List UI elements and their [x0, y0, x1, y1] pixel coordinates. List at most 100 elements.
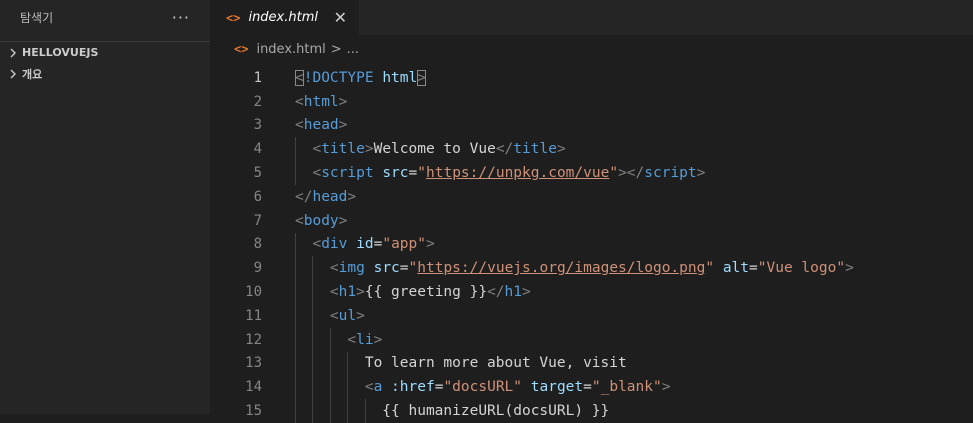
line-text: To learn more about Vue, visit — [295, 355, 627, 371]
code-token: > — [417, 69, 426, 86]
line-text: </head> — [295, 189, 356, 205]
code-token: " — [417, 165, 426, 182]
html-file-icon: <> — [226, 10, 241, 25]
code-token: https://vuejs.org/images/logo.png — [417, 260, 706, 277]
line-number: 15 — [245, 403, 262, 420]
line-number: 5 — [253, 165, 262, 182]
line-text: <ul> — [295, 308, 365, 324]
code-token: img — [338, 260, 365, 277]
line-text: <!DOCTYPE html> — [295, 69, 426, 86]
code-token: head — [303, 117, 339, 134]
code-editor[interactable]: 1 <!DOCTYPE html> 2 <html> 3 <head> 4 <title>W… — [210, 66, 973, 423]
code-token: = — [408, 165, 418, 182]
breadcrumb: <> index.html > ... — [210, 35, 973, 63]
line-number: 10 — [245, 284, 262, 301]
code-token: > — [347, 188, 357, 205]
line-text: <h1>{{ greeting }}</h1> — [295, 284, 531, 300]
more-actions-icon[interactable]: ··· — [172, 8, 190, 27]
code-line[interactable]: 4 <title>Welcome to Vue</title> — [210, 137, 973, 162]
code-token: head — [312, 188, 348, 205]
code-token: < — [295, 117, 304, 134]
code-token: alt — [722, 260, 750, 277]
code-token: {{ greeting }} — [364, 284, 488, 301]
code-line[interactable]: 15 {{ humanizeURL(docsURL) }} — [210, 399, 973, 423]
line-number: 14 — [245, 379, 262, 396]
code-line[interactable]: 1 <!DOCTYPE html> — [210, 66, 973, 90]
line-text: <a :href="docsURL" target="_blank"> — [295, 379, 671, 396]
code-line[interactable]: 11 <ul> — [210, 303, 973, 328]
section-label: HELLOVUEJS — [22, 46, 99, 59]
code-token: script — [644, 165, 697, 182]
line-number: 12 — [245, 331, 262, 348]
section-hellovuejs[interactable]: HELLOVUEJS — [0, 41, 210, 63]
code-token: </ — [295, 188, 313, 205]
code-line[interactable]: 13 To learn more about Vue, visit — [210, 351, 973, 376]
close-icon[interactable]: ✕ — [334, 8, 347, 27]
code-token: > — [338, 212, 348, 229]
code-token: > — [364, 141, 374, 158]
code-token: " — [705, 260, 715, 277]
code-line[interactable]: 10 <h1>{{ greeting }}</h1> — [210, 280, 973, 304]
code-token: target — [530, 379, 584, 396]
line-number: 13 — [245, 355, 262, 372]
code-token: script — [321, 165, 374, 182]
code-token: div — [321, 236, 348, 253]
code-token: > — [373, 331, 383, 348]
code-line[interactable]: 2 <html> — [210, 90, 973, 114]
code-token: ></ — [618, 165, 645, 182]
line-number: 9 — [253, 260, 262, 277]
line-text: <html> — [295, 94, 347, 110]
code-token: </ — [487, 284, 505, 301]
line-text: <title>Welcome to Vue</title> — [295, 141, 565, 158]
code-token: html — [382, 69, 418, 86]
line-number: 6 — [253, 188, 262, 205]
code-token: "_blank" — [591, 379, 662, 396]
code-token: {{ humanizeURL(docsURL) }} — [295, 403, 610, 420]
line-text: <li> — [295, 332, 382, 348]
code-token: :href — [391, 379, 435, 396]
code-token: h1 — [504, 284, 523, 301]
code-token: = — [749, 260, 758, 277]
breadcrumb-more[interactable]: ... — [347, 42, 359, 57]
code-line[interactable]: 8 <div id="app"> — [210, 232, 973, 257]
code-token: < — [295, 69, 304, 86]
code-line[interactable]: 7 <body> — [210, 209, 973, 233]
code-token: < — [329, 307, 339, 324]
code-line[interactable]: 12 <li> — [210, 327, 973, 352]
line-number: 11 — [245, 307, 262, 324]
code-line[interactable]: 14 <a :href="docsURL" target="_blank"> — [210, 375, 973, 400]
code-token: > — [522, 284, 531, 301]
code-token: < — [312, 141, 322, 158]
code-token: > — [338, 93, 348, 110]
code-token: a — [373, 379, 383, 396]
html-file-icon: <> — [234, 42, 249, 56]
code-token: < — [312, 236, 322, 253]
code-line[interactable]: 3 <head> — [210, 114, 973, 138]
code-token: > — [338, 117, 348, 134]
code-token: id — [356, 236, 374, 253]
code-line[interactable]: 5 <script src="https://unpkg.com/vue"></… — [210, 161, 973, 185]
code-line[interactable]: 6 </head> — [210, 185, 973, 209]
code-token: < — [295, 212, 304, 229]
breadcrumb-file[interactable]: index.html — [256, 42, 325, 57]
code-token: " — [609, 165, 619, 182]
code-token: = — [583, 379, 592, 396]
code-token: = — [399, 260, 409, 277]
tab-index-html[interactable]: <> index.html ✕ — [210, 0, 359, 35]
code-token: > — [845, 260, 854, 277]
code-token: ul — [338, 307, 357, 324]
code-token: src — [382, 165, 409, 182]
code-token: > — [356, 284, 365, 301]
code-line[interactable]: 9 <img src="https://vuejs.org/images/log… — [210, 256, 973, 281]
code-token: > — [661, 379, 671, 396]
line-text: <body> — [295, 213, 347, 229]
line-number: 3 — [253, 117, 262, 134]
section-outline[interactable]: 개요 — [0, 63, 210, 85]
code-token: title — [513, 141, 557, 158]
